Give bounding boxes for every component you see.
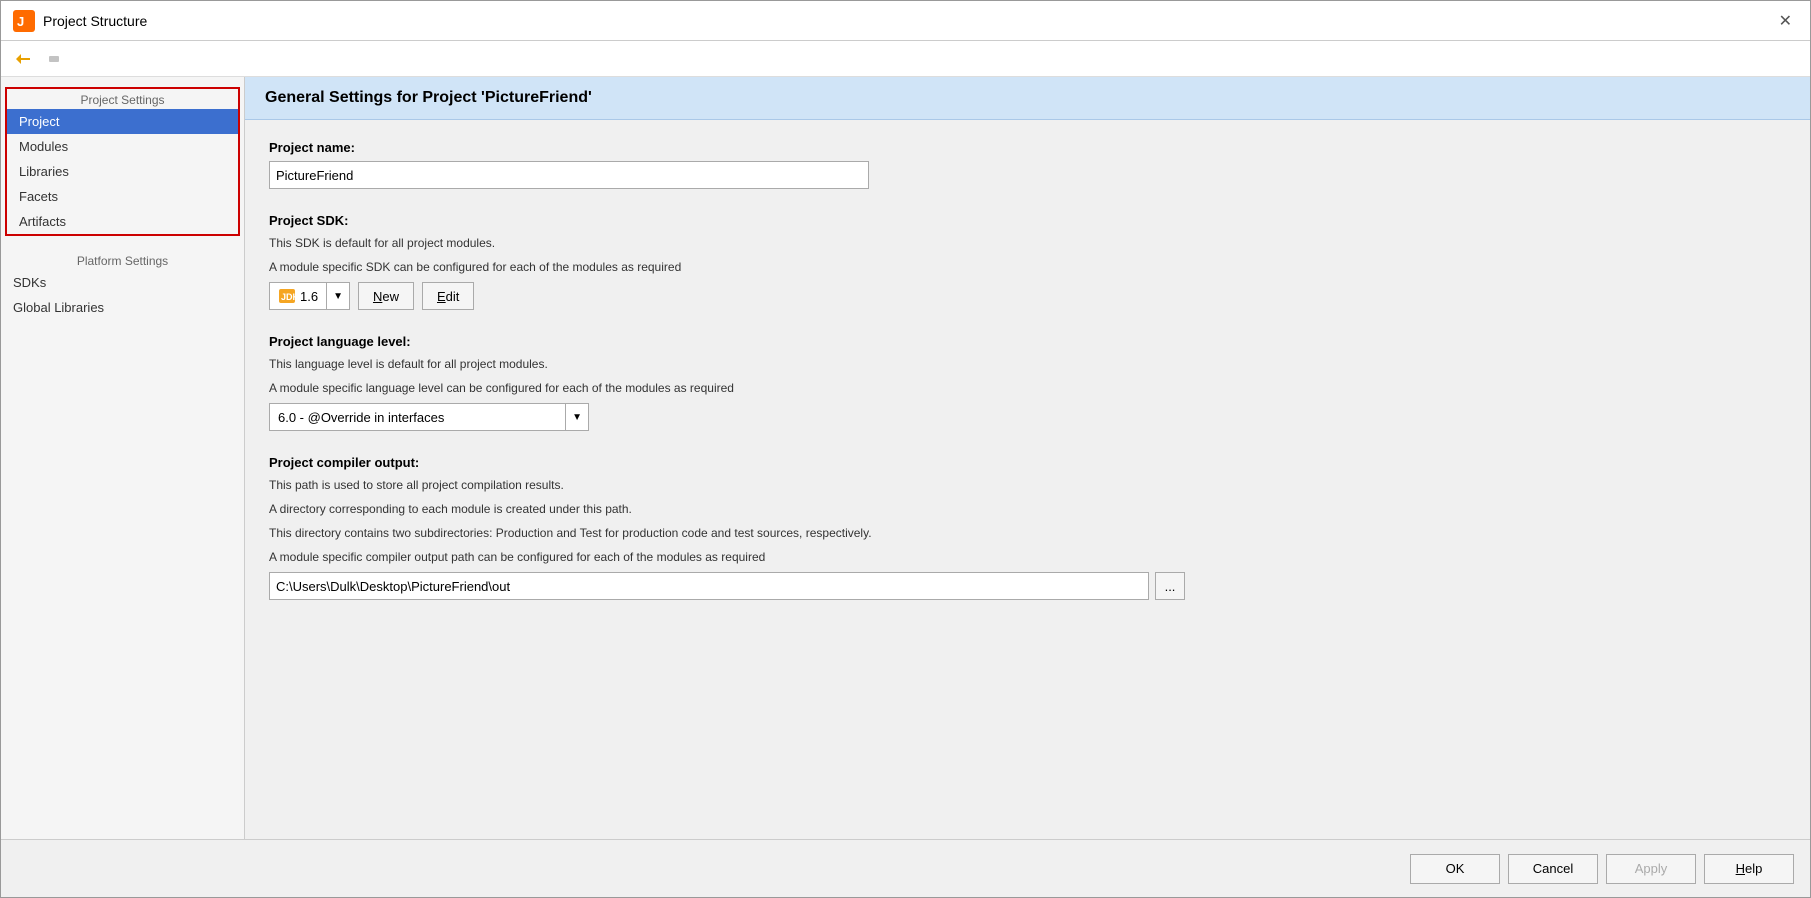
project-language-label: Project language level: — [269, 334, 1786, 349]
close-button[interactable]: ✕ — [1773, 9, 1798, 33]
app-logo-icon: J — [13, 10, 35, 32]
platform-settings-label: Platform Settings — [1, 248, 244, 270]
sdk-dropdown-arrow-icon: ▼ — [326, 283, 349, 309]
java-sdk-icon: JDK — [278, 288, 296, 304]
main-content: Project name: Project SDK: This SDK is d… — [245, 120, 1810, 839]
project-sdk-label: Project SDK: — [269, 213, 1786, 228]
project-structure-dialog: J Project Structure ✕ Project Settings P… — [0, 0, 1811, 898]
project-name-input[interactable] — [269, 161, 869, 189]
language-level-arrow-icon: ▼ — [565, 404, 588, 430]
platform-settings-section: Platform Settings SDKs Global Libraries — [1, 248, 244, 320]
compiler-desc4: A module specific compiler output path c… — [269, 548, 1786, 566]
sdk-version-dropdown[interactable]: JDK 1.6 ▼ — [269, 282, 350, 310]
sidebar-item-artifacts[interactable]: Artifacts — [7, 209, 238, 234]
title-bar: J Project Structure ✕ — [1, 1, 1810, 41]
language-level-dropdown[interactable]: 6.0 - @Override in interfaces ▼ — [269, 403, 589, 431]
project-name-label: Project name: — [269, 140, 1786, 155]
back-icon — [15, 51, 31, 67]
apply-button[interactable]: Apply — [1606, 854, 1696, 884]
main-header: General Settings for Project 'PictureFri… — [245, 77, 1810, 120]
sdk-row: JDK 1.6 ▼ New Edit — [269, 282, 1786, 310]
sidebar-item-project[interactable]: Project — [7, 109, 238, 134]
svg-text:JDK: JDK — [281, 292, 296, 302]
forward-button[interactable] — [41, 45, 69, 73]
output-path-input[interactable] — [269, 572, 1149, 600]
sidebar: Project Settings Project Modules Librari… — [1, 77, 245, 839]
new-button[interactable]: New — [358, 282, 414, 310]
toolbar — [1, 41, 1810, 77]
sidebar-item-libraries[interactable]: Libraries — [7, 159, 238, 184]
project-language-group: Project language level: This language le… — [269, 334, 1786, 431]
cancel-button[interactable]: Cancel — [1508, 854, 1598, 884]
footer: OK Cancel Apply Help — [1, 839, 1810, 897]
back-button[interactable] — [9, 45, 37, 73]
sidebar-item-global-libraries[interactable]: Global Libraries — [1, 295, 244, 320]
output-row: ... — [269, 572, 1786, 600]
main-panel: General Settings for Project 'PictureFri… — [245, 77, 1810, 839]
main-header-title: General Settings for Project 'PictureFri… — [265, 89, 592, 106]
sdk-version-label: 1.6 — [300, 289, 318, 304]
language-level-value: 6.0 - @Override in interfaces — [270, 408, 565, 427]
sidebar-item-facets[interactable]: Facets — [7, 184, 238, 209]
content-area: Project Settings Project Modules Librari… — [1, 77, 1810, 839]
project-name-group: Project name: — [269, 140, 1786, 189]
project-settings-label: Project Settings — [7, 89, 238, 109]
compiler-desc1: This path is used to store all project c… — [269, 476, 1786, 494]
svg-text:J: J — [17, 14, 24, 29]
window-title: Project Structure — [43, 13, 147, 29]
project-sdk-group: Project SDK: This SDK is default for all… — [269, 213, 1786, 310]
ok-button[interactable]: OK — [1410, 854, 1500, 884]
title-bar-left: J Project Structure — [13, 10, 147, 32]
forward-icon — [47, 51, 63, 67]
project-compiler-label: Project compiler output: — [269, 455, 1786, 470]
help-button[interactable]: Help — [1704, 854, 1794, 884]
project-language-desc1: This language level is default for all p… — [269, 355, 1786, 373]
sidebar-item-sdks[interactable]: SDKs — [1, 270, 244, 295]
browse-button[interactable]: ... — [1155, 572, 1185, 600]
project-language-desc2: A module specific language level can be … — [269, 379, 1786, 397]
project-sdk-desc1: This SDK is default for all project modu… — [269, 234, 1786, 252]
project-sdk-desc2: A module specific SDK can be configured … — [269, 258, 1786, 276]
compiler-desc2: A directory corresponding to each module… — [269, 500, 1786, 518]
project-compiler-group: Project compiler output: This path is us… — [269, 455, 1786, 600]
edit-button[interactable]: Edit — [422, 282, 474, 310]
compiler-desc3: This directory contains two subdirectori… — [269, 524, 1786, 542]
project-settings-group: Project Settings Project Modules Librari… — [5, 87, 240, 236]
sidebar-item-modules[interactable]: Modules — [7, 134, 238, 159]
